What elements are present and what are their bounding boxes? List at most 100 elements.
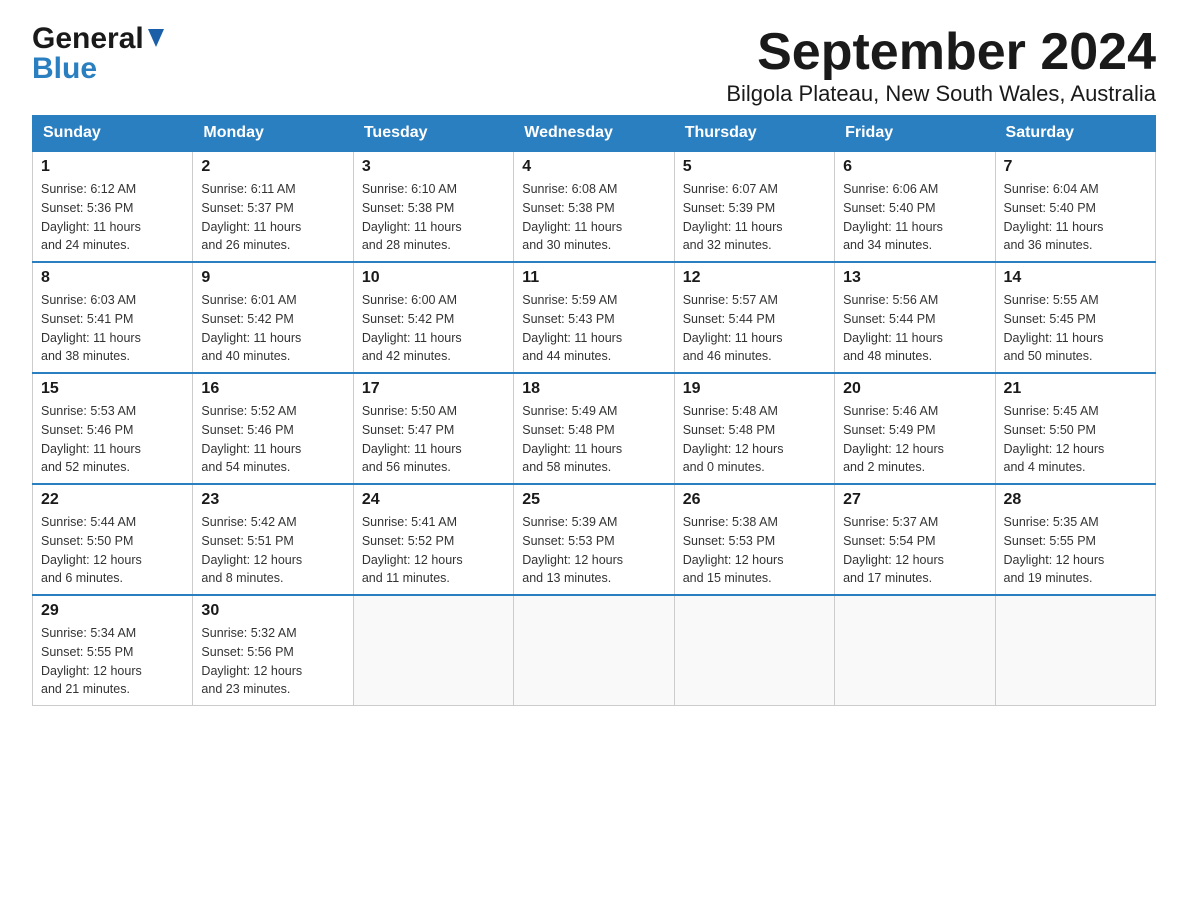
- day-info: Sunrise: 6:03 AMSunset: 5:41 PMDaylight:…: [41, 291, 184, 366]
- day-info: Sunrise: 6:07 AMSunset: 5:39 PMDaylight:…: [683, 180, 826, 255]
- day-number: 8: [41, 269, 184, 287]
- logo-blue-text: Blue: [32, 52, 97, 85]
- day-info: Sunrise: 6:12 AMSunset: 5:36 PMDaylight:…: [41, 180, 184, 255]
- logo-general-text: General: [32, 24, 144, 54]
- calendar-table: Sunday Monday Tuesday Wednesday Thursday…: [32, 115, 1156, 706]
- day-info: Sunrise: 5:46 AMSunset: 5:49 PMDaylight:…: [843, 402, 986, 477]
- day-number: 28: [1004, 491, 1147, 509]
- calendar-cell: 2 Sunrise: 6:11 AMSunset: 5:37 PMDaylight…: [193, 151, 353, 262]
- day-info: Sunrise: 5:56 AMSunset: 5:44 PMDaylight:…: [843, 291, 986, 366]
- day-info: Sunrise: 6:00 AMSunset: 5:42 PMDaylight:…: [362, 291, 505, 366]
- logo-arrow-icon: [148, 29, 164, 51]
- day-info: Sunrise: 5:37 AMSunset: 5:54 PMDaylight:…: [843, 513, 986, 588]
- calendar-cell: 20 Sunrise: 5:46 AMSunset: 5:49 PMDayligh…: [835, 373, 995, 484]
- calendar-cell: 6 Sunrise: 6:06 AMSunset: 5:40 PMDaylight…: [835, 151, 995, 262]
- day-info: Sunrise: 5:39 AMSunset: 5:53 PMDaylight:…: [522, 513, 665, 588]
- calendar-cell: 4Sunrise: 6:08 AMSunset: 5:38 PMDaylight…: [514, 151, 674, 262]
- calendar-cell: [835, 595, 995, 706]
- calendar-cell: 30 Sunrise: 5:32 AMSunset: 5:56 PMDayligh…: [193, 595, 353, 706]
- day-info: Sunrise: 5:38 AMSunset: 5:53 PMDaylight:…: [683, 513, 826, 588]
- day-number: 14: [1004, 269, 1147, 287]
- calendar-cell: 22 Sunrise: 5:44 AMSunset: 5:50 PMDayligh…: [33, 484, 193, 595]
- calendar-cell: [514, 595, 674, 706]
- day-number: 21: [1004, 380, 1147, 398]
- day-info: Sunrise: 5:48 AMSunset: 5:48 PMDaylight:…: [683, 402, 826, 477]
- day-info: Sunrise: 5:44 AMSunset: 5:50 PMDaylight:…: [41, 513, 184, 588]
- calendar-cell: 23 Sunrise: 5:42 AMSunset: 5:51 PMDayligh…: [193, 484, 353, 595]
- week-row-3: 15Sunrise: 5:53 AMSunset: 5:46 PMDayligh…: [33, 373, 1156, 484]
- day-number: 27: [843, 491, 986, 509]
- calendar-cell: 12 Sunrise: 5:57 AMSunset: 5:44 PMDayligh…: [674, 262, 834, 373]
- calendar-cell: 9Sunrise: 6:01 AMSunset: 5:42 PMDaylight…: [193, 262, 353, 373]
- calendar-cell: 8 Sunrise: 6:03 AMSunset: 5:41 PMDaylight…: [33, 262, 193, 373]
- calendar-cell: 19 Sunrise: 5:48 AMSunset: 5:48 PMDayligh…: [674, 373, 834, 484]
- calendar-cell: 18 Sunrise: 5:49 AMSunset: 5:48 PMDayligh…: [514, 373, 674, 484]
- day-number: 30: [201, 602, 344, 620]
- day-info: Sunrise: 5:52 AMSunset: 5:46 PMDaylight:…: [201, 402, 344, 477]
- day-info: Sunrise: 5:35 AMSunset: 5:55 PMDaylight:…: [1004, 513, 1147, 588]
- page-header: General Blue September 2024 Bilgola Plat…: [32, 24, 1156, 107]
- day-info: Sunrise: 5:34 AMSunset: 5:55 PMDaylight:…: [41, 624, 184, 699]
- calendar-cell: 11Sunrise: 5:59 AMSunset: 5:43 PMDayligh…: [514, 262, 674, 373]
- calendar-cell: 26 Sunrise: 5:38 AMSunset: 5:53 PMDayligh…: [674, 484, 834, 595]
- calendar-cell: 17 Sunrise: 5:50 AMSunset: 5:47 PMDayligh…: [353, 373, 513, 484]
- day-info: Sunrise: 5:57 AMSunset: 5:44 PMDaylight:…: [683, 291, 826, 366]
- day-number: 4: [522, 158, 665, 176]
- col-monday: Monday: [193, 116, 353, 152]
- day-number: 26: [683, 491, 826, 509]
- col-friday: Friday: [835, 116, 995, 152]
- day-number: 7: [1004, 158, 1147, 176]
- week-row-2: 8 Sunrise: 6:03 AMSunset: 5:41 PMDaylight…: [33, 262, 1156, 373]
- day-number: 20: [843, 380, 986, 398]
- day-info: Sunrise: 6:11 AMSunset: 5:37 PMDaylight:…: [201, 180, 344, 255]
- col-saturday: Saturday: [995, 116, 1155, 152]
- day-number: 19: [683, 380, 826, 398]
- day-info: Sunrise: 5:42 AMSunset: 5:51 PMDaylight:…: [201, 513, 344, 588]
- calendar-cell: 24 Sunrise: 5:41 AMSunset: 5:52 PMDayligh…: [353, 484, 513, 595]
- day-info: Sunrise: 5:32 AMSunset: 5:56 PMDaylight:…: [201, 624, 344, 699]
- day-info: Sunrise: 5:50 AMSunset: 5:47 PMDaylight:…: [362, 402, 505, 477]
- calendar-cell: [995, 595, 1155, 706]
- calendar-header-row: Sunday Monday Tuesday Wednesday Thursday…: [33, 116, 1156, 152]
- day-number: 12: [683, 269, 826, 287]
- col-tuesday: Tuesday: [353, 116, 513, 152]
- calendar-cell: 16 Sunrise: 5:52 AMSunset: 5:46 PMDayligh…: [193, 373, 353, 484]
- day-number: 2: [201, 158, 344, 176]
- day-info: Sunrise: 6:01 AMSunset: 5:42 PMDaylight:…: [201, 291, 344, 366]
- calendar-cell: 21 Sunrise: 5:45 AMSunset: 5:50 PMDayligh…: [995, 373, 1155, 484]
- calendar-cell: [674, 595, 834, 706]
- day-number: 17: [362, 380, 505, 398]
- day-number: 5: [683, 158, 826, 176]
- day-number: 16: [201, 380, 344, 398]
- calendar-cell: 14 Sunrise: 5:55 AMSunset: 5:45 PMDayligh…: [995, 262, 1155, 373]
- day-number: 25: [522, 491, 665, 509]
- day-info: Sunrise: 6:04 AMSunset: 5:40 PMDaylight:…: [1004, 180, 1147, 255]
- calendar-cell: 15Sunrise: 5:53 AMSunset: 5:46 PMDayligh…: [33, 373, 193, 484]
- title-area: September 2024 Bilgola Plateau, New Sout…: [726, 24, 1156, 107]
- day-number: 18: [522, 380, 665, 398]
- day-number: 13: [843, 269, 986, 287]
- day-number: 29: [41, 602, 184, 620]
- day-number: 6: [843, 158, 986, 176]
- day-number: 22: [41, 491, 184, 509]
- calendar-cell: 10Sunrise: 6:00 AMSunset: 5:42 PMDayligh…: [353, 262, 513, 373]
- calendar-cell: 27 Sunrise: 5:37 AMSunset: 5:54 PMDayligh…: [835, 484, 995, 595]
- calendar-cell: 3Sunrise: 6:10 AMSunset: 5:38 PMDaylight…: [353, 151, 513, 262]
- calendar-cell: 28 Sunrise: 5:35 AMSunset: 5:55 PMDayligh…: [995, 484, 1155, 595]
- day-info: Sunrise: 5:41 AMSunset: 5:52 PMDaylight:…: [362, 513, 505, 588]
- calendar-cell: 1Sunrise: 6:12 AMSunset: 5:36 PMDaylight…: [33, 151, 193, 262]
- day-number: 23: [201, 491, 344, 509]
- day-info: Sunrise: 6:06 AMSunset: 5:40 PMDaylight:…: [843, 180, 986, 255]
- day-number: 24: [362, 491, 505, 509]
- week-row-4: 22 Sunrise: 5:44 AMSunset: 5:50 PMDayligh…: [33, 484, 1156, 595]
- day-number: 15: [41, 380, 184, 398]
- day-number: 3: [362, 158, 505, 176]
- month-title: September 2024: [726, 24, 1156, 81]
- day-info: Sunrise: 5:45 AMSunset: 5:50 PMDaylight:…: [1004, 402, 1147, 477]
- day-info: Sunrise: 5:55 AMSunset: 5:45 PMDaylight:…: [1004, 291, 1147, 366]
- day-info: Sunrise: 5:59 AMSunset: 5:43 PMDaylight:…: [522, 291, 665, 366]
- calendar-cell: 25 Sunrise: 5:39 AMSunset: 5:53 PMDayligh…: [514, 484, 674, 595]
- col-wednesday: Wednesday: [514, 116, 674, 152]
- day-info: Sunrise: 5:49 AMSunset: 5:48 PMDaylight:…: [522, 402, 665, 477]
- calendar-cell: 29 Sunrise: 5:34 AMSunset: 5:55 PMDayligh…: [33, 595, 193, 706]
